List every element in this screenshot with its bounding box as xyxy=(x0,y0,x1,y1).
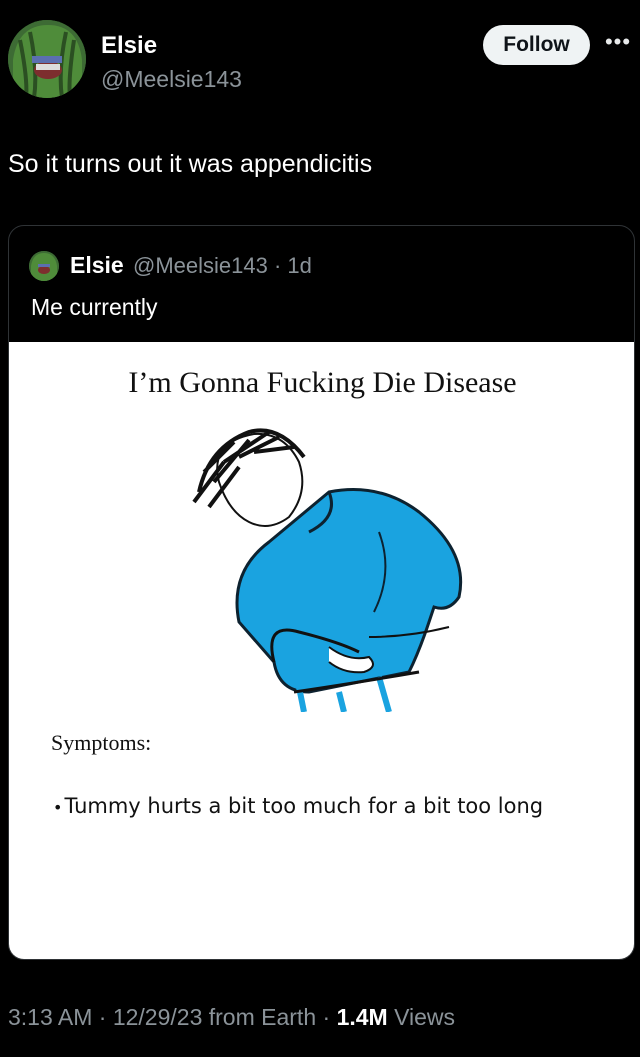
quote-tweet-card[interactable]: Elsie @Meelsie143 · 1d Me currently I’m … xyxy=(8,225,635,960)
timestamp-source[interactable]: 3:13 AM · 12/29/23 from Earth · xyxy=(8,1004,337,1030)
symptom-item: •Tummy hurts a bit too much for a bit to… xyxy=(53,794,543,818)
quote-author-handle-time[interactable]: @Meelsie143 · 1d xyxy=(133,253,312,279)
quote-author-avatar[interactable] xyxy=(29,251,59,281)
author-name[interactable]: Elsie xyxy=(101,32,157,60)
views-count: 1.4M xyxy=(336,1004,388,1030)
tweet-meta: 3:13 AM · 12/29/23 from Earth · 1.4M Vie… xyxy=(8,1004,455,1031)
views-label: Views xyxy=(387,1004,456,1030)
quote-text: Me currently xyxy=(31,294,158,320)
bullet: • xyxy=(53,798,63,817)
stomach-ache-illustration xyxy=(192,428,463,712)
author-handle[interactable]: @Meelsie143 xyxy=(101,66,242,93)
ellipsis-icon[interactable]: ••• xyxy=(600,30,636,60)
meme-title: I’m Gonna Fucking Die Disease xyxy=(128,366,517,399)
tweet-text: So it turns out it was appendicitis xyxy=(8,150,373,178)
quote-author-name[interactable]: Elsie xyxy=(70,252,124,279)
follow-button[interactable]: Follow xyxy=(483,25,590,65)
symptoms-label: Symptoms: xyxy=(51,730,152,755)
avatar-image xyxy=(29,251,59,281)
quote-image[interactable]: I’m Gonna Fucking Die Disease Symptoms: … xyxy=(9,342,634,959)
avatar-image xyxy=(8,20,86,98)
author-avatar[interactable] xyxy=(8,20,86,98)
symptom-text: Tummy hurts a bit too much for a bit too… xyxy=(64,794,544,818)
